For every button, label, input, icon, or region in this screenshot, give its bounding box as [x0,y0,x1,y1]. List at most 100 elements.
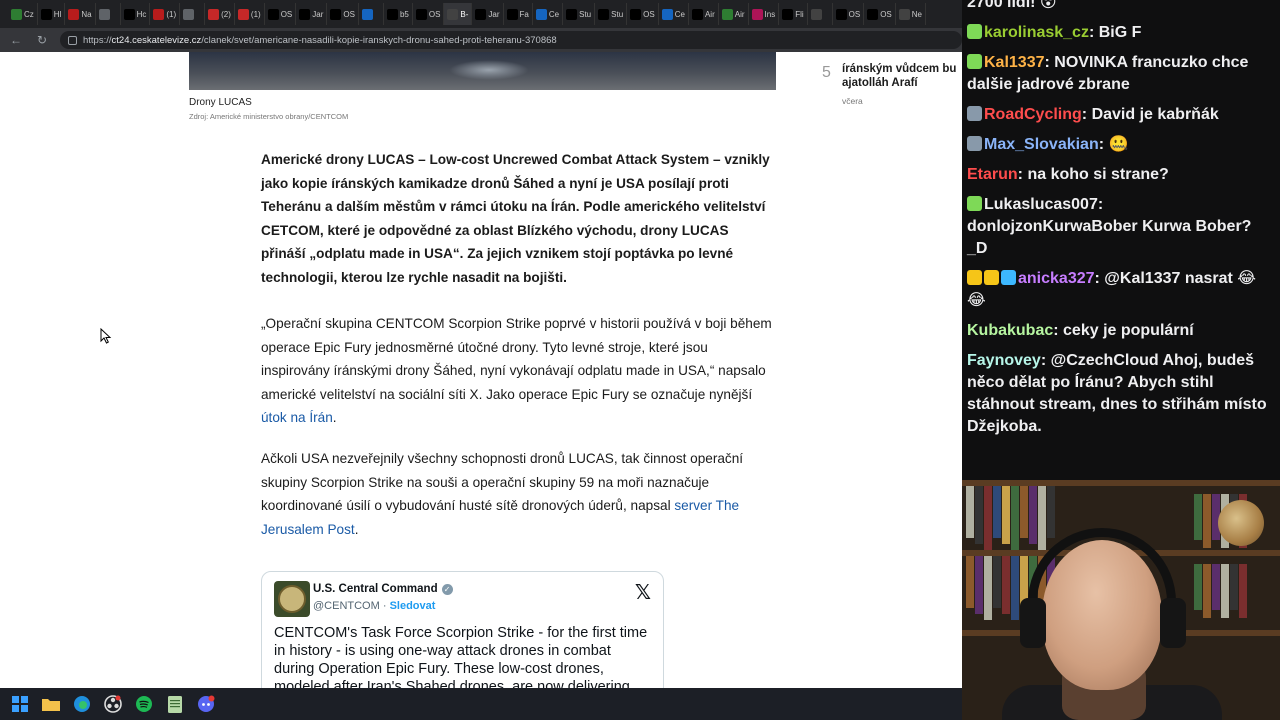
chat-username[interactable]: Faynovey [967,352,1041,369]
obs-icon[interactable] [103,694,123,714]
browser-tab[interactable]: (1) [235,3,265,25]
browser-tab[interactable] [808,3,833,25]
bookshelf-book [1203,564,1211,618]
chat-separator: : [1017,166,1028,183]
chat-text: 🤐 [1108,136,1129,153]
tab-favicon-icon [898,8,910,20]
bookshelf-book [984,486,992,550]
browser-tab[interactable]: Jar [472,3,504,25]
browser-tab[interactable]: Ce [533,3,564,25]
chat-username[interactable]: Kal1337 [984,54,1045,71]
browser-tab[interactable]: OS [327,3,359,25]
trending-number: 5 [822,64,831,81]
bookshelf-book [993,486,1001,538]
link-utok-na-iran[interactable]: útok na Írán [261,410,333,425]
chat-separator: : [1097,196,1104,213]
browser-tab[interactable]: B- [444,3,473,25]
browser-tab[interactable]: Stu [595,3,628,25]
tab-label: Hc [136,9,147,19]
trending-title[interactable]: íránským vůdcem bu ajatolláh Arafí [842,62,962,90]
spotify-icon[interactable] [134,694,154,714]
browser-tab[interactable]: Hc [121,3,151,25]
reload-icon[interactable]: ↻ [34,33,50,47]
browser-tab[interactable]: OS [627,3,659,25]
browser-tab[interactable] [359,3,384,25]
tab-favicon-icon [183,8,195,20]
chat-message: Etarun: na koho si strane? [967,164,1274,186]
webcam-feed [962,480,1280,720]
notepad-icon[interactable] [165,694,185,714]
browser-tab[interactable]: Hl [38,3,66,25]
browser-tab[interactable]: Air [689,3,719,25]
back-icon[interactable]: ← [8,33,24,47]
tab-label: Ce [674,9,685,19]
tab-favicon-icon [598,8,610,20]
browser-tab[interactable]: Fa [504,3,533,25]
site-info-icon[interactable] [68,35,77,45]
chat-username[interactable]: RoadCycling [984,106,1082,123]
tab-favicon-icon [661,8,673,20]
bookshelf-book [975,486,983,544]
browser-tab[interactable]: Jar [296,3,328,25]
x-logo-icon[interactable]: 𝕏 [635,580,651,605]
browser-tab[interactable]: Stu [563,3,596,25]
browser-tab[interactable]: (1) [150,3,181,25]
tab-label: Ins [764,9,776,19]
chat-separator: : [1098,136,1109,153]
browser-tab[interactable]: OS [864,3,896,25]
browser-tab[interactable]: OS [833,3,865,25]
taskbar [0,688,962,720]
embedded-tweet[interactable]: U.S. Central Command ✓ @CENTCOM · Sledov… [261,571,664,688]
browser-tab[interactable]: OS [265,3,297,25]
follow-button[interactable]: Sledovat [390,600,436,612]
bookshelf-book [1011,486,1019,550]
file-explorer-icon[interactable] [41,694,61,714]
browser-tab[interactable]: Na [65,3,96,25]
chat-badge-icon [1001,270,1016,285]
tab-label: (1) [166,9,177,19]
tab-favicon-icon [11,8,22,20]
chat-username[interactable]: Etarun [967,166,1018,183]
tab-label: Na [81,9,92,19]
tab-favicon-icon [506,8,518,20]
tab-label: OS [643,9,655,19]
tab-favicon-icon [751,8,763,20]
chat-separator: : [1053,322,1064,339]
browser-tab[interactable]: OS [413,3,445,25]
browser-tab[interactable] [96,3,121,25]
browser-tab[interactable]: Ne [896,3,926,25]
browser-tab[interactable] [180,3,206,25]
globe-decoration [1218,500,1264,546]
tab-label: b5 [399,9,409,19]
headset-icon [1028,528,1176,618]
tweet-author[interactable]: U.S. Central Command ✓ [313,583,453,595]
discord-icon[interactable] [196,694,216,714]
chat-username[interactable]: karolinask_cz [984,24,1089,41]
browser-tab[interactable]: (2) [205,3,235,25]
tab-label: Fa [519,9,529,19]
browser-tab[interactable]: Air [719,3,749,25]
chat-username[interactable]: anicka327 [1018,270,1095,287]
browser-tab[interactable]: b5 [384,3,413,25]
bookshelf-book [1002,486,1010,544]
stream-chat: 2700 lidí! 😲 karolinask_cz: BiG F Kal1337:… [962,0,1280,480]
tab-favicon-icon [835,8,847,20]
browser-tab[interactable]: Ins [749,3,780,25]
tab-favicon-icon [415,8,427,20]
tab-favicon-icon [40,8,52,20]
windows-start-icon[interactable] [10,694,30,714]
tab-favicon-icon [237,8,249,20]
bookshelf-book [1047,486,1055,538]
url-field[interactable]: https://ct24.ceskatelevize.cz/clanek/sve… [60,31,962,49]
tab-label: Fli [795,9,804,19]
browser-tab[interactable]: Cz [8,3,38,25]
edge-browser-icon[interactable] [72,694,92,714]
tab-label: Stu [579,9,592,19]
tab-label: OS [280,9,293,19]
chat-username[interactable]: Max_Slovakian [984,136,1099,153]
chat-username[interactable]: Lukaslucas007 [984,196,1098,213]
tweet-avatar[interactable] [274,581,310,617]
chat-username[interactable]: Kubakubac [967,322,1053,339]
browser-tab[interactable]: Fli [779,3,808,25]
browser-tab[interactable]: Ce [659,3,689,25]
